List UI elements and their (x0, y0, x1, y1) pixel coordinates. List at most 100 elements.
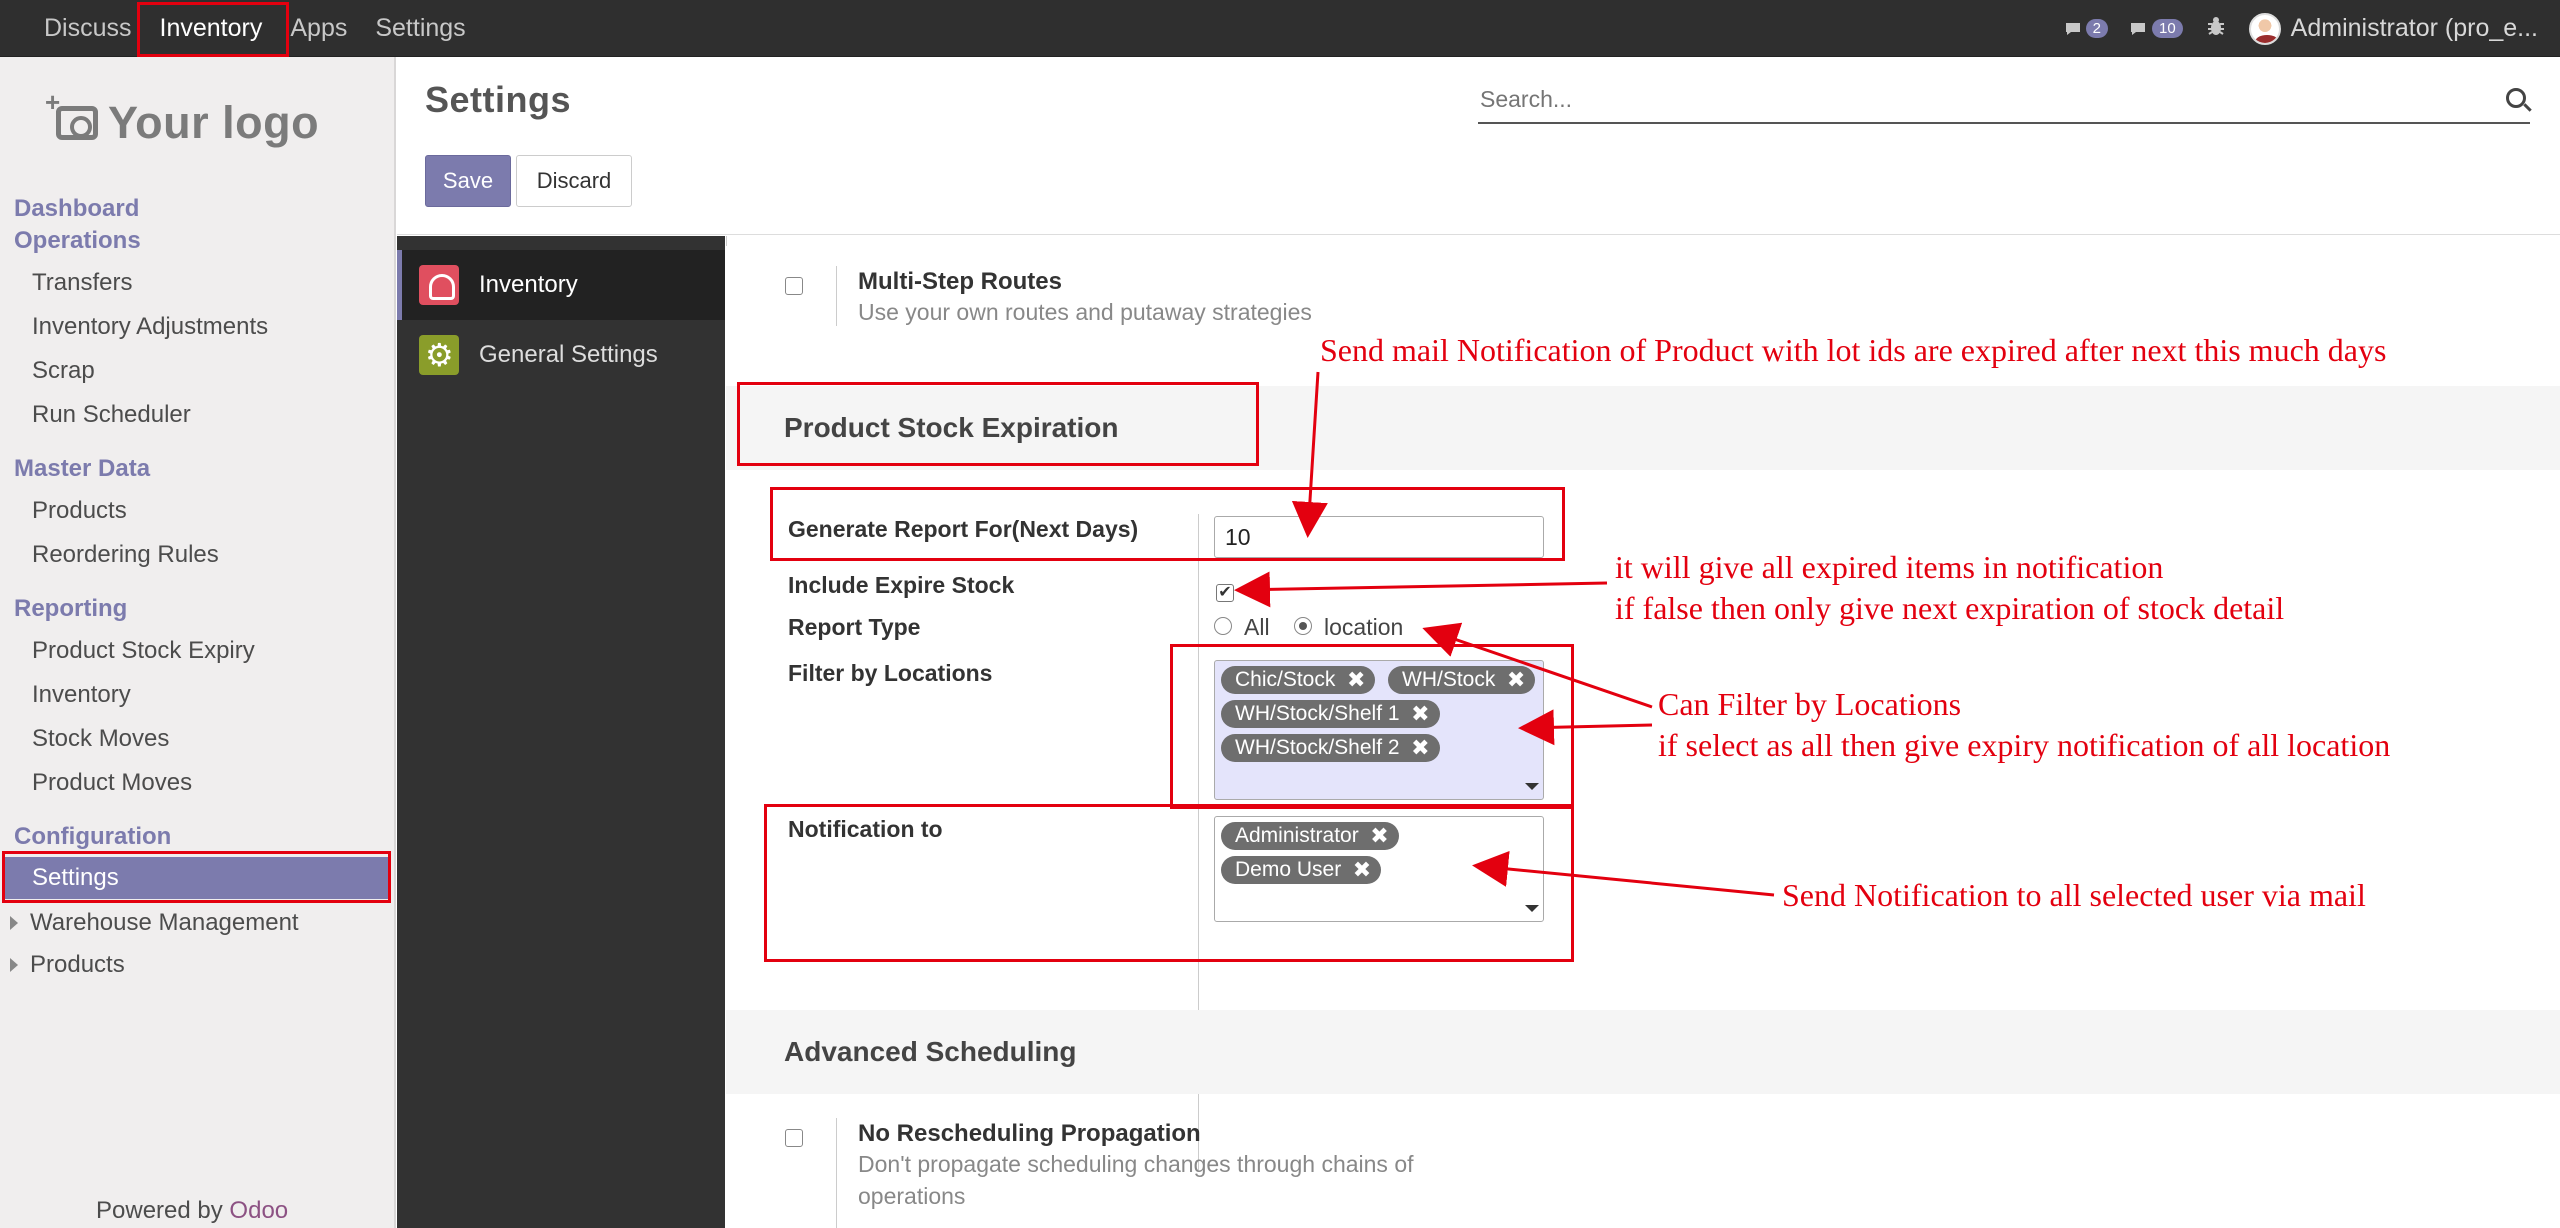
top-menu: Discuss Inventory Apps Settings (28, 0, 480, 57)
report-type-location-label: location (1324, 614, 1404, 640)
report-type-all-radio[interactable] (1214, 617, 1232, 635)
chat-count: 2 (2085, 19, 2108, 38)
annotation-notify: Send Notification to all selected user v… (1782, 877, 2366, 913)
user-name: Administrator (pro_e... (2290, 14, 2538, 42)
section-title: Advanced Scheduling (784, 1036, 1077, 1067)
sidebar-item-settings[interactable]: Settings (5, 857, 390, 899)
avatar (2248, 12, 2281, 45)
sidebar-section-operations: Operations (14, 227, 141, 254)
sidebar-item-products-tree[interactable]: Products (10, 951, 125, 979)
remove-tag-icon[interactable]: ✖ (1370, 822, 1388, 850)
sidebar-item-label: Warehouse Management (30, 909, 299, 936)
filter-locations-label: Filter by Locations (788, 660, 993, 686)
report-type-all-label: All (1244, 614, 1270, 640)
remove-tag-icon[interactable]: ✖ (1347, 666, 1365, 694)
annotation-days: Send mail Notification of Product with l… (1320, 332, 2387, 368)
sidebar-item-scrap[interactable]: Scrap (32, 357, 95, 385)
sidebar-item-stock-moves[interactable]: Stock Moves (32, 725, 169, 753)
location-tag: Chic/Stock ✖ (1221, 666, 1376, 694)
discard-button[interactable]: Discard (516, 155, 632, 207)
bug-icon[interactable] (2205, 15, 2227, 42)
multi-step-routes-desc: Use your own routes and putaway strategi… (858, 299, 1312, 325)
tag-label: Demo User (1235, 858, 1342, 881)
tag-label: Chic/Stock (1235, 668, 1336, 691)
chevron-down-icon[interactable] (1525, 783, 1539, 790)
gear-icon (419, 335, 459, 375)
activity-icon[interactable]: 10 (2130, 19, 2183, 39)
systray: 2 10 Administrator (pro_e... (2064, 0, 2538, 57)
report-type-location-radio[interactable] (1294, 617, 1312, 635)
menu-inventory[interactable]: Inventory (146, 0, 277, 57)
search-input[interactable] (1478, 78, 2458, 120)
user-menu[interactable]: Administrator (pro_e... (2248, 12, 2538, 45)
chat-icon[interactable]: 2 (2064, 19, 2108, 39)
annotation-filter-2: if select as all then give expiry notifi… (1658, 727, 2391, 763)
sidebar-item-product-moves[interactable]: Product Moves (32, 769, 192, 797)
annotation-expire-1: it will give all expired items in notifi… (1615, 549, 2164, 585)
menu-apps[interactable]: Apps (276, 0, 361, 57)
sidebar-section-dashboard[interactable]: Dashboard (14, 195, 139, 223)
include-expire-checkbox[interactable]: ✔ (1216, 584, 1234, 602)
annotation-expire-2: if false then only give next expiration … (1615, 590, 2285, 626)
app-item-label: General Settings (479, 341, 658, 368)
remove-tag-icon[interactable]: ✖ (1411, 700, 1429, 728)
annotation-filter-1: Can Filter by Locations (1658, 686, 1962, 722)
remove-tag-icon[interactable]: ✖ (1353, 856, 1371, 884)
inventory-app-icon (419, 265, 459, 305)
sidebar-item-transfers[interactable]: Transfers (32, 269, 132, 297)
report-type-label: Report Type (788, 614, 921, 640)
sidebar-item-label: Products (30, 951, 125, 978)
include-expire-label: Include Expire Stock (788, 572, 1015, 598)
generate-report-days-input[interactable] (1214, 516, 1544, 558)
tag-label: WH/Stock/Shelf 1 (1235, 702, 1400, 725)
app-item-label: Inventory (479, 271, 578, 298)
left-sidebar: Your logo Dashboard Operations Transfers… (0, 57, 396, 1228)
sidebar-item-reordering-rules[interactable]: Reordering Rules (32, 541, 219, 569)
notification-users-field[interactable]: Administrator ✖ Demo User ✖ (1214, 816, 1544, 922)
location-tag: WH/Stock ✖ (1388, 666, 1536, 694)
tag-label: Administrator (1235, 824, 1359, 847)
notification-to-label: Notification to (788, 816, 943, 842)
logo-text: Your logo (108, 97, 320, 148)
powered-by-text: Powered by (96, 1197, 223, 1224)
top-divider (726, 236, 727, 246)
chevron-down-icon[interactable] (1525, 905, 1539, 912)
sidebar-section-configuration: Configuration (14, 823, 172, 850)
filter-locations-field[interactable]: Chic/Stock ✖ WH/Stock ✖ WH/Stock/Shelf 1 ✖ … (1214, 660, 1544, 800)
camera-icon (45, 87, 98, 140)
location-tag: WH/Stock/Shelf 2 ✖ (1221, 734, 1440, 762)
app-item-general-settings[interactable]: General Settings (397, 320, 725, 390)
no-rescheduling-desc-2: operations (858, 1183, 966, 1209)
user-tag: Administrator ✖ (1221, 822, 1399, 850)
sidebar-section-master-data: Master Data (14, 455, 151, 482)
sidebar-item-run-scheduler[interactable]: Run Scheduler (32, 401, 191, 429)
section-advanced-scheduling: Advanced Scheduling (726, 1010, 2560, 1094)
user-tag: Demo User ✖ (1221, 856, 1382, 884)
sidebar-item-inventory[interactable]: Inventory (32, 681, 131, 709)
sidebar-item-products[interactable]: Products (32, 497, 127, 525)
sidebar-item-product-stock-expiry[interactable]: Product Stock Expiry (32, 637, 255, 665)
sidebar-item-warehouse-management[interactable]: Warehouse Management (10, 909, 299, 937)
location-tag: WH/Stock/Shelf 1 ✖ (1221, 700, 1440, 728)
top-navbar: Discuss Inventory Apps Settings 2 10 Adm… (0, 0, 2560, 57)
remove-tag-icon[interactable]: ✖ (1507, 666, 1525, 694)
tag-label: WH/Stock/Shelf 2 (1235, 736, 1400, 759)
remove-tag-icon[interactable]: ✖ (1411, 734, 1429, 762)
menu-discuss[interactable]: Discuss (28, 0, 146, 57)
save-button[interactable]: Save (425, 155, 511, 207)
company-logo[interactable]: Your logo (45, 87, 320, 149)
activity-count: 10 (2151, 19, 2183, 38)
sidebar-item-inventory-adjustments[interactable]: Inventory Adjustments (32, 313, 268, 341)
menu-settings[interactable]: Settings (361, 0, 479, 57)
control-panel: Settings Save Discard (397, 57, 2560, 235)
setting-divider (836, 266, 837, 326)
no-rescheduling-checkbox[interactable] (785, 1129, 803, 1147)
app-item-inventory[interactable]: Inventory (397, 250, 725, 320)
section-product-stock-expiration: Product Stock Expiration (726, 386, 2560, 470)
settings-app-list: Inventory General Settings (397, 236, 725, 1228)
caret-right-icon (10, 916, 18, 930)
search-icon[interactable] (2506, 88, 2526, 108)
generate-report-label: Generate Report For(Next Days) (788, 516, 1139, 542)
odoo-link[interactable]: Odoo (229, 1197, 288, 1224)
multi-step-routes-checkbox[interactable] (785, 277, 803, 295)
